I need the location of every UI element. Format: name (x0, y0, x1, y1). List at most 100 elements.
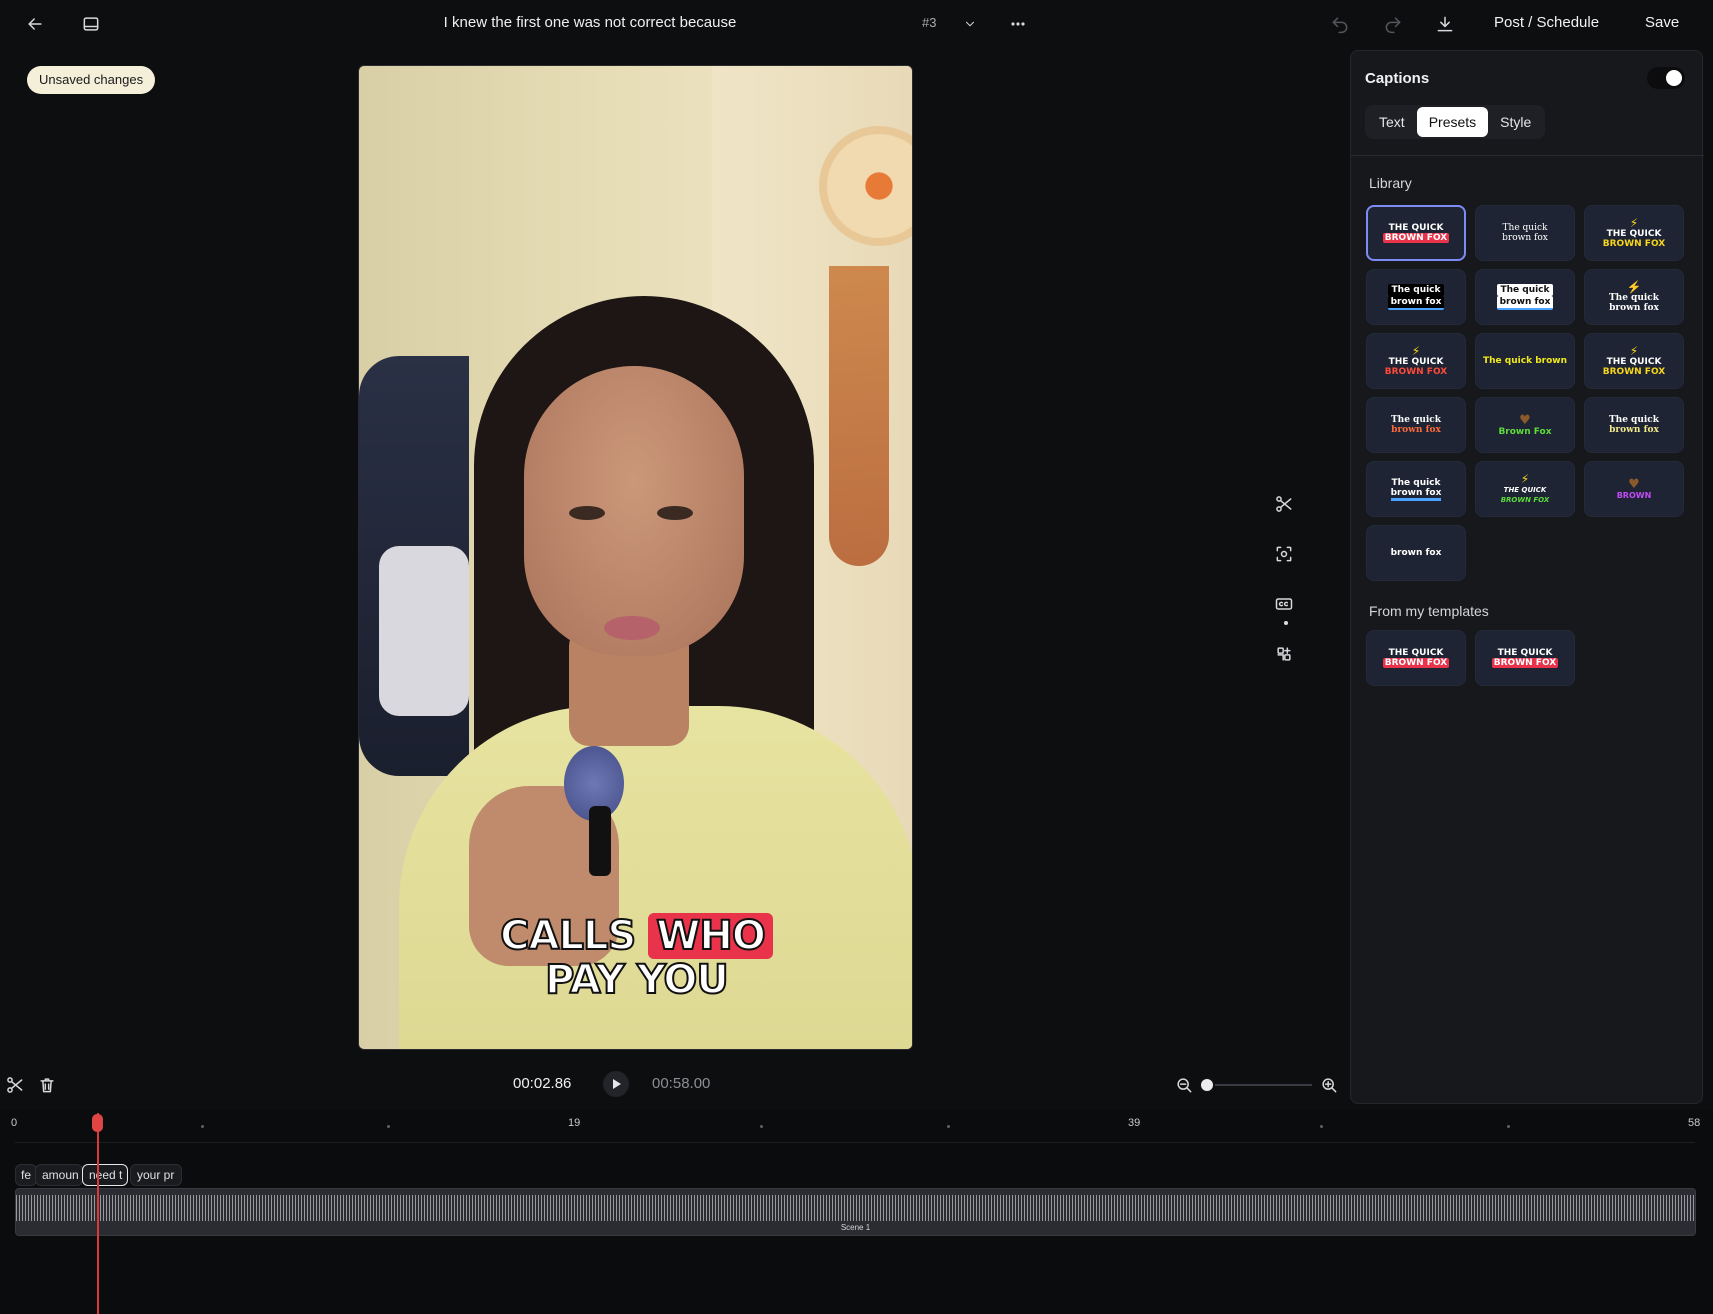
version-label[interactable]: #3 (922, 15, 936, 30)
caption-word-chip[interactable]: fe (15, 1164, 37, 1186)
captions-tabs: Text Presets Style (1365, 105, 1546, 139)
preset-line-2: brown fox (1609, 303, 1659, 313)
preset-card[interactable]: ⚡ THE QUICK BROWN FOX (1366, 333, 1466, 389)
caption-word-chip[interactable]: amoun (35, 1164, 83, 1186)
more-icon[interactable] (1004, 10, 1032, 38)
current-time: 00:02.86 (513, 1075, 572, 1092)
captions-toggle[interactable] (1647, 67, 1685, 89)
caption-line-2: PAY YOU (544, 957, 730, 1003)
preset-line-1: THE QUICK (1388, 223, 1444, 233)
preset-line-1: The quick brown (1483, 356, 1567, 366)
preset-line-1: Brown Fox (1498, 426, 1552, 437)
preset-card[interactable]: ♥ Brown Fox (1475, 397, 1575, 453)
timeline-dot (387, 1125, 390, 1128)
timeline-dot (1507, 1125, 1510, 1128)
playhead-handle[interactable] (92, 1114, 103, 1132)
preset-card[interactable]: ♥ BROWN (1584, 461, 1684, 517)
template-card[interactable]: THE QUICK BROWN FOX (1366, 630, 1466, 686)
preset-line-2: BROWN FOX (1382, 233, 1450, 243)
microphone-body (589, 806, 611, 876)
zoom-out-icon[interactable] (1170, 1071, 1198, 1099)
download-icon[interactable] (1431, 10, 1459, 38)
bolt-icon: ⚡ (1626, 280, 1642, 294)
preset-card[interactable]: THE QUICK BROWN FOX (1366, 205, 1466, 261)
preset-line-1: brown fox (1390, 548, 1442, 558)
waveform (16, 1195, 1695, 1221)
preset-line-2: brown fox (1387, 296, 1445, 310)
preset-card[interactable]: The quick brown fox (1366, 461, 1466, 517)
person-eye (569, 506, 605, 520)
project-title[interactable]: I knew the first one was not correct bec… (380, 14, 800, 31)
save-button[interactable]: Save (1645, 14, 1679, 31)
panel-divider (1351, 155, 1704, 156)
timeline-ruler (15, 1142, 1695, 1143)
preset-line-1: THE QUICK (1606, 229, 1662, 239)
unsaved-changes-badge: Unsaved changes (27, 66, 156, 94)
tab-style[interactable]: Style (1488, 107, 1543, 137)
chevron-down-icon[interactable] (956, 10, 984, 38)
templates-heading: From my templates (1369, 603, 1489, 619)
preset-line-2: brown fox (1390, 488, 1442, 501)
preset-line-2: brown fox (1609, 425, 1659, 435)
trash-icon[interactable] (33, 1071, 61, 1099)
layout-icon[interactable] (77, 10, 105, 38)
preset-card[interactable]: ⚡ THE QUICK BROWN FOX (1584, 205, 1684, 261)
timeline-dot (1320, 1125, 1323, 1128)
caption-word-chip[interactable]: need t (82, 1164, 128, 1186)
preset-line-1: BROWN (1616, 490, 1652, 500)
audio-waveform-track[interactable]: Scene 1 (15, 1188, 1696, 1236)
focus-icon[interactable] (1270, 540, 1298, 568)
cc-icon[interactable] (1270, 590, 1298, 618)
playhead-line (97, 1113, 99, 1314)
tab-text[interactable]: Text (1367, 107, 1417, 137)
caption-word: CALLS (499, 913, 637, 959)
scissors-icon[interactable] (1270, 490, 1298, 518)
preset-line-2: BROWN FOX (1602, 239, 1666, 249)
caption-highlight-word: WHO (648, 913, 773, 959)
preset-line-1: THE QUICK (1503, 486, 1547, 494)
tab-presets[interactable]: Presets (1416, 107, 1489, 137)
bolt-icon: ⚡ (1520, 472, 1530, 486)
preset-card[interactable]: The quick brown fox (1366, 397, 1466, 453)
undo-icon[interactable] (1326, 10, 1354, 38)
library-grid: THE QUICK BROWN FOX The quick brown fox … (1366, 205, 1684, 581)
play-button[interactable] (603, 1071, 629, 1097)
timeline-dot (201, 1125, 204, 1128)
caption-overlay[interactable]: CALLS WHO PAY YOU (359, 913, 912, 1003)
preset-card[interactable]: ⚡ THE QUICK BROWN FOX (1475, 461, 1575, 517)
person-face (524, 366, 744, 656)
caption-word-chip[interactable]: your pr (130, 1164, 182, 1186)
preset-line-2: BROWN FOX (1491, 658, 1559, 668)
preset-card[interactable]: brown fox (1366, 525, 1466, 581)
preset-card[interactable]: The quick brown fox (1475, 205, 1575, 261)
layers-icon[interactable] (1270, 640, 1298, 668)
preset-line-1: The quick (1497, 284, 1553, 296)
back-arrow-icon[interactable] (21, 10, 49, 38)
total-duration: 00:58.00 (652, 1075, 711, 1092)
timeline-tick: 19 (568, 1117, 581, 1129)
preset-card[interactable]: The quick brown fox (1366, 269, 1466, 325)
preset-line-2: brown fox (1391, 425, 1441, 435)
redo-icon[interactable] (1379, 10, 1407, 38)
preset-line-1: The quick (1391, 477, 1441, 488)
preset-card[interactable]: ⚡ The quick brown fox (1584, 269, 1684, 325)
zoom-slider-track[interactable] (1208, 1084, 1312, 1086)
template-card[interactable]: THE QUICK BROWN FOX (1475, 630, 1575, 686)
preset-line-1: The quick (1390, 415, 1442, 425)
video-preview[interactable]: CALLS WHO PAY YOU (358, 65, 913, 1050)
timeline-tick: 58 (1688, 1117, 1701, 1129)
preset-card[interactable]: The quick brown fox (1475, 269, 1575, 325)
scissors-icon[interactable] (1, 1071, 29, 1099)
heart-icon: ♥ (1519, 412, 1531, 428)
post-schedule-button[interactable]: Post / Schedule (1494, 14, 1599, 31)
heart-icon: ♥ (1628, 476, 1640, 492)
preset-card[interactable]: The quick brown (1475, 333, 1575, 389)
person-lips (604, 616, 660, 640)
bolt-icon: ⚡ (1629, 344, 1639, 358)
preset-card[interactable]: The quick brown fox (1584, 397, 1684, 453)
preset-line-2: BROWN FOX (1382, 658, 1450, 668)
preset-card[interactable]: ⚡ THE QUICK BROWN FOX (1584, 333, 1684, 389)
zoom-in-icon[interactable] (1315, 1071, 1343, 1099)
top-bar: I knew the first one was not correct bec… (0, 0, 1713, 48)
zoom-slider-handle[interactable] (1199, 1077, 1215, 1093)
